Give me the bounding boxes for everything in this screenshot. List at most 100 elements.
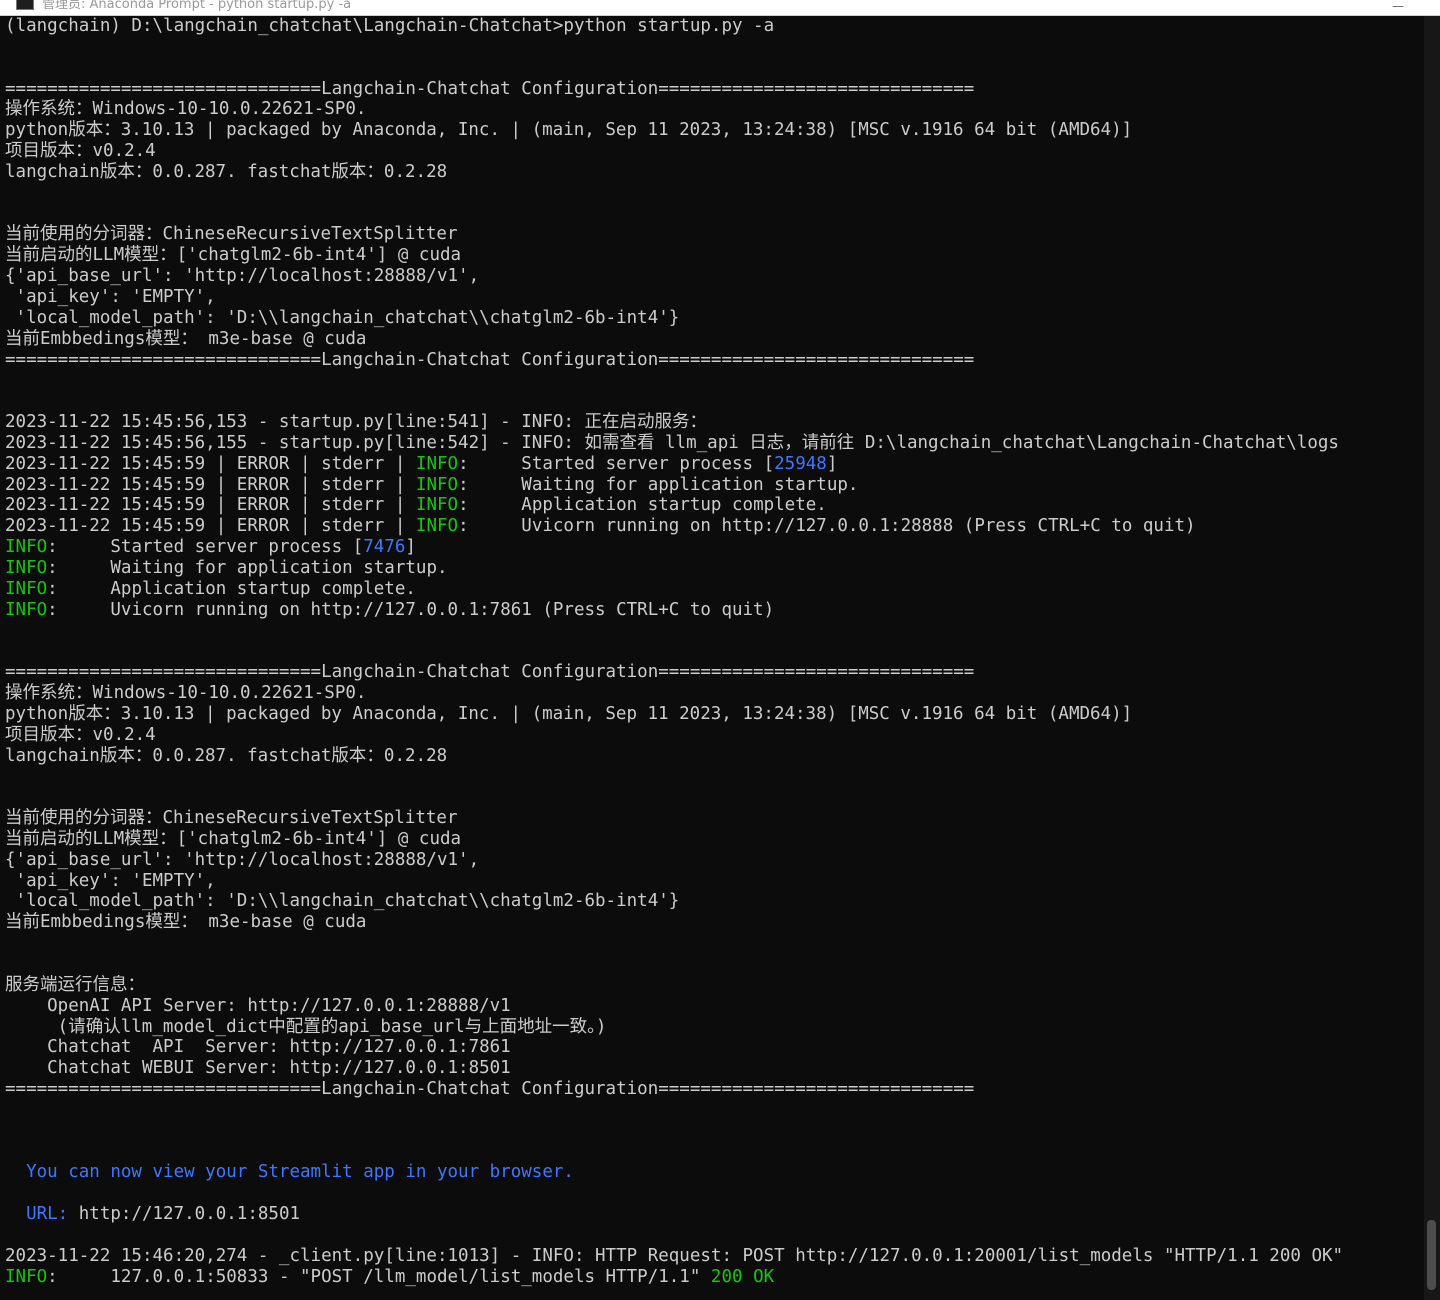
terminal-text-segment: : Application startup complete. xyxy=(458,495,827,516)
terminal-text-segment: langchain版本：0.0.287. fastchat版本：0.2.28 xyxy=(5,161,448,182)
terminal-text-segment: : 127.0.0.1:50833 - "POST /llm_model/lis… xyxy=(47,1266,711,1287)
scrollbar-thumb[interactable] xyxy=(1427,1220,1436,1290)
terminal-line: 当前Embbedings模型： m3e-base @ cuda xyxy=(5,912,1424,933)
terminal-text-segment: 当前启动的LLM模型：['chatglm2-6b-int4'] @ cuda xyxy=(5,828,462,849)
terminal-line: {'api_base_url': 'http://localhost:28888… xyxy=(5,850,1424,871)
terminal-text-segment: : Started server process [ xyxy=(458,453,775,474)
terminal-line: langchain版本：0.0.287. fastchat版本：0.2.28 xyxy=(5,746,1424,767)
terminal-text-segment: 当前Embbedings模型： m3e-base @ cuda xyxy=(5,328,367,349)
terminal-text-segment: 操作系统：Windows-10-10.0.22621-SP0. xyxy=(5,99,367,120)
terminal-text-segment: : Started server process [ xyxy=(47,537,364,558)
terminal-line: ==============================Langchain-… xyxy=(5,79,1424,100)
terminal-text-segment: 2023-11-22 15:45:56,153 - startup.py[lin… xyxy=(5,412,707,433)
terminal-text-segment: : Application startup complete. xyxy=(47,578,416,599)
terminal-text-segment: 当前使用的分词器：ChineseRecursiveTextSplitter xyxy=(5,808,458,829)
terminal-line: 当前Embbedings模型： m3e-base @ cuda xyxy=(5,329,1424,350)
terminal-text-segment: 'local_model_path': 'D:\\langchain_chatc… xyxy=(5,307,680,328)
terminal-text-segment: 服务端运行信息： xyxy=(5,974,145,995)
terminal-text-segment: INFO xyxy=(415,516,459,537)
terminal-text-segment: ==============================Langchain-… xyxy=(5,78,975,99)
terminal-text-segment: 2023-11-22 15:45:59 | ERROR | stderr | xyxy=(5,495,416,516)
terminal-text-segment: 'api_key': 'EMPTY', xyxy=(5,286,216,307)
terminal-text-segment: INFO xyxy=(5,599,48,620)
terminal-text-segment: 'local_model_path': 'D:\\langchain_chatc… xyxy=(5,891,680,912)
terminal-text-segment: You can now view your Streamlit app in y… xyxy=(5,1162,574,1183)
terminal-text-segment: : Uvicorn running on http://127.0.0.1:78… xyxy=(47,599,775,620)
terminal-line: 2023-11-22 15:46:20,274 - _client.py[lin… xyxy=(5,1246,1424,1267)
terminal-text-segment: : Uvicorn running on http://127.0.0.1:28… xyxy=(458,516,1196,537)
terminal-text-segment: Chatchat WEBUI Server: http://127.0.0.1:… xyxy=(5,1058,511,1079)
terminal-line: INFO: Started server process [7476] xyxy=(5,537,1424,558)
terminal-line: Chatchat API Server: http://127.0.0.1:78… xyxy=(5,1037,1424,1058)
terminal-text-segment: 当前Embbedings模型： m3e-base @ cuda xyxy=(5,912,367,933)
terminal-text-segment: 2023-11-22 15:45:56,155 - startup.py[lin… xyxy=(5,432,1339,453)
terminal-line: {'api_base_url': 'http://localhost:28888… xyxy=(5,266,1424,287)
terminal-line: 'api_key': 'EMPTY', xyxy=(5,871,1424,892)
terminal-line: Chatchat WEBUI Server: http://127.0.0.1:… xyxy=(5,1058,1424,1079)
terminal-icon xyxy=(16,0,34,10)
terminal-text-segment: 2023-11-22 15:45:59 | ERROR | stderr | xyxy=(5,453,416,474)
terminal-text-segment: INFO xyxy=(5,1266,48,1287)
terminal-line: ==============================Langchain-… xyxy=(5,662,1424,683)
terminal-line: 2023-11-22 15:45:56,155 - startup.py[lin… xyxy=(5,433,1424,454)
terminal-line: ==============================Langchain-… xyxy=(5,1079,1424,1100)
terminal-line: 2023-11-22 15:45:59 | ERROR | stderr | I… xyxy=(5,475,1424,496)
terminal-line: 2023-11-22 15:45:56,153 - startup.py[lin… xyxy=(5,412,1424,433)
terminal-text-segment: http://127.0.0.1:8501 xyxy=(78,1204,301,1225)
terminal-text-segment: ==============================Langchain-… xyxy=(5,662,975,683)
terminal-text-segment: 7476 xyxy=(363,537,406,558)
terminal-line: 'local_model_path': 'D:\\langchain_chatc… xyxy=(5,308,1424,329)
terminal-text-segment: INFO xyxy=(415,453,459,474)
terminal-text-segment: 当前使用的分词器：ChineseRecursiveTextSplitter xyxy=(5,224,458,245)
terminal-text-segment: INFO xyxy=(415,474,459,495)
terminal-output[interactable]: (langchain) D:\langchain_chatchat\Langch… xyxy=(0,16,1424,1300)
terminal-text-segment: 'api_key': 'EMPTY', xyxy=(5,870,216,891)
terminal-line: (langchain) D:\langchain_chatchat\Langch… xyxy=(5,16,1424,37)
terminal-line: 当前启动的LLM模型：['chatglm2-6b-int4'] @ cuda xyxy=(5,829,1424,850)
terminal-line: 服务端运行信息： xyxy=(5,975,1424,996)
terminal-text-segment: ==============================Langchain-… xyxy=(5,1079,975,1100)
terminal-line: INFO: Application startup complete. xyxy=(5,579,1424,600)
terminal-line: OpenAI API Server: http://127.0.0.1:2888… xyxy=(5,996,1424,1017)
terminal-text-segment: 2023-11-22 15:46:20,274 - _client.py[lin… xyxy=(5,1245,1344,1266)
terminal-line: 'api_key': 'EMPTY', xyxy=(5,287,1424,308)
terminal-line: python版本：3.10.13 | packaged by Anaconda,… xyxy=(5,120,1424,141)
terminal-text-segment: {'api_base_url': 'http://localhost:28888… xyxy=(5,266,480,287)
terminal-text-segment: 2023-11-22 15:45:59 | ERROR | stderr | xyxy=(5,474,416,495)
terminal-text-segment: python版本：3.10.13 | packaged by Anaconda,… xyxy=(5,120,1133,141)
vertical-scrollbar[interactable] xyxy=(1424,16,1440,1300)
terminal-text-segment: Chatchat API Server: http://127.0.0.1:78… xyxy=(5,1037,511,1058)
terminal-line: 操作系统：Windows-10-10.0.22621-SP0. xyxy=(5,99,1424,120)
terminal-line: (请确认llm_model_dict中配置的api_base_url与上面地址一… xyxy=(5,1017,1424,1038)
terminal-line: 2023-11-22 15:45:59 | ERROR | stderr | I… xyxy=(5,516,1424,537)
terminal-line: 当前使用的分词器：ChineseRecursiveTextSplitter xyxy=(5,808,1424,829)
terminal-text-segment: : Waiting for application startup. xyxy=(458,474,859,495)
terminal-text-segment: langchain版本：0.0.287. fastchat版本：0.2.28 xyxy=(5,745,448,766)
terminal-text-segment: ] xyxy=(405,537,416,558)
terminal-line: ==============================Langchain-… xyxy=(5,350,1424,371)
terminal-text-segment: 200 OK xyxy=(710,1266,775,1287)
window-title: 管理员: Anaconda Prompt - python startup.py… xyxy=(42,0,352,12)
terminal-text-segment: ==============================Langchain-… xyxy=(5,349,975,370)
minimize-button[interactable]: — xyxy=(1392,0,1404,13)
terminal-text-segment: 操作系统：Windows-10-10.0.22621-SP0. xyxy=(5,683,367,703)
terminal-line: langchain版本：0.0.287. fastchat版本：0.2.28 xyxy=(5,162,1424,183)
terminal-text-segment: 2023-11-22 15:45:59 | ERROR | stderr | xyxy=(5,516,416,537)
terminal-line: 'local_model_path': 'D:\\langchain_chatc… xyxy=(5,891,1424,912)
terminal-text-segment: 项目版本：v0.2.4 xyxy=(5,141,156,162)
terminal-text-segment: INFO xyxy=(5,537,48,558)
